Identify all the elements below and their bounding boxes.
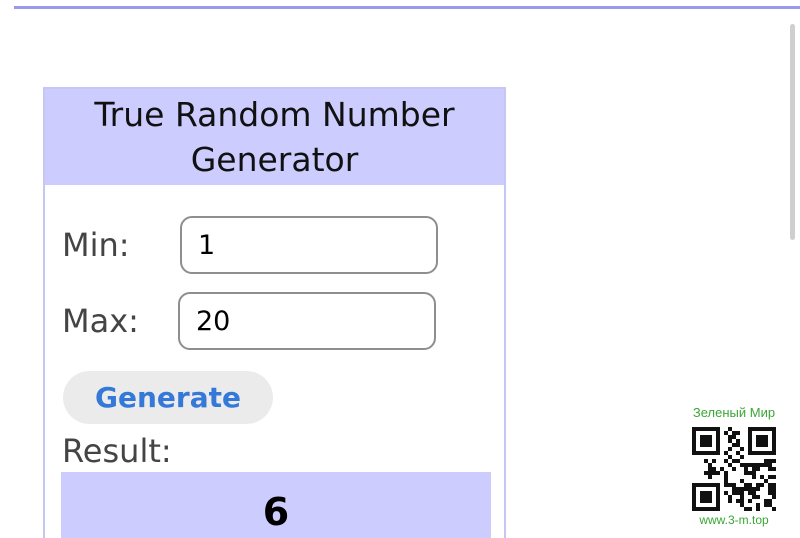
page: True Random Number Generator Min: Max: G… bbox=[0, 0, 800, 538]
max-label: Max: bbox=[62, 302, 139, 340]
qr-code-icon bbox=[692, 427, 776, 511]
vertical-scrollbar[interactable] bbox=[790, 24, 795, 240]
generate-button[interactable]: Generate bbox=[63, 371, 273, 424]
min-label: Min: bbox=[62, 226, 130, 264]
widget-header: True Random Number Generator bbox=[45, 89, 504, 185]
result-label: Result: bbox=[62, 432, 172, 470]
widget-title: True Random Number Generator bbox=[94, 95, 455, 179]
result-value: 6 bbox=[262, 490, 290, 534]
min-input[interactable] bbox=[180, 216, 438, 274]
top-divider bbox=[14, 6, 800, 9]
result-box: 6 bbox=[61, 472, 491, 538]
watermark: Зеленый Мир www.3-m.top bbox=[684, 405, 784, 527]
max-input[interactable] bbox=[178, 292, 436, 350]
watermark-title: Зеленый Мир bbox=[692, 405, 776, 420]
random-number-widget: True Random Number Generator Min: Max: G… bbox=[43, 87, 506, 538]
watermark-url: www.3-m.top bbox=[699, 513, 769, 527]
